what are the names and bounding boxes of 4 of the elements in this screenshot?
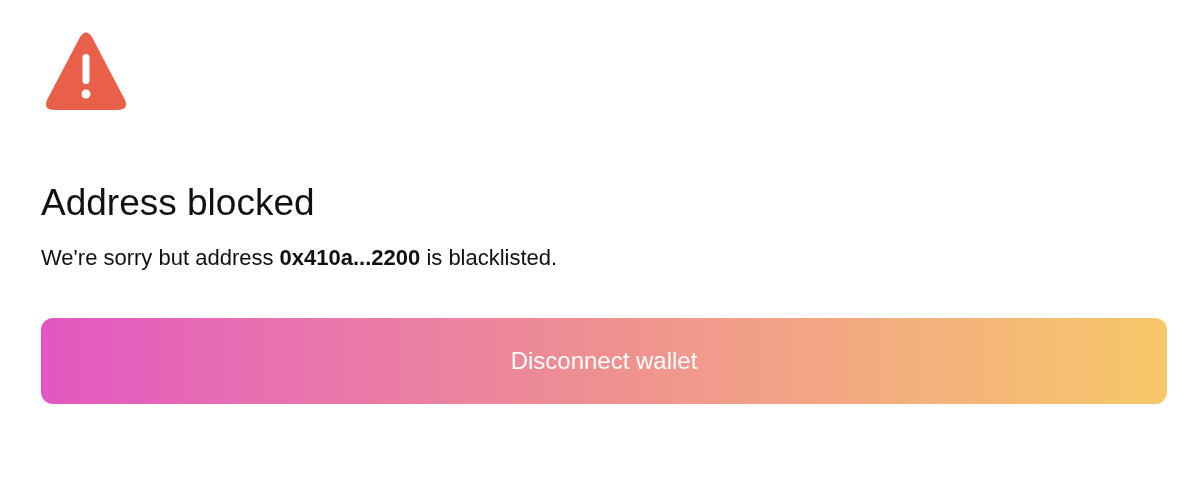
alert-title: Address blocked <box>41 181 316 225</box>
alert-message: We're sorry but address 0x410a...2200 is blacklisted. <box>41 244 559 272</box>
warning-icon <box>45 32 127 111</box>
disconnect-button[interactable]: Disconnect wallet <box>41 318 1167 404</box>
